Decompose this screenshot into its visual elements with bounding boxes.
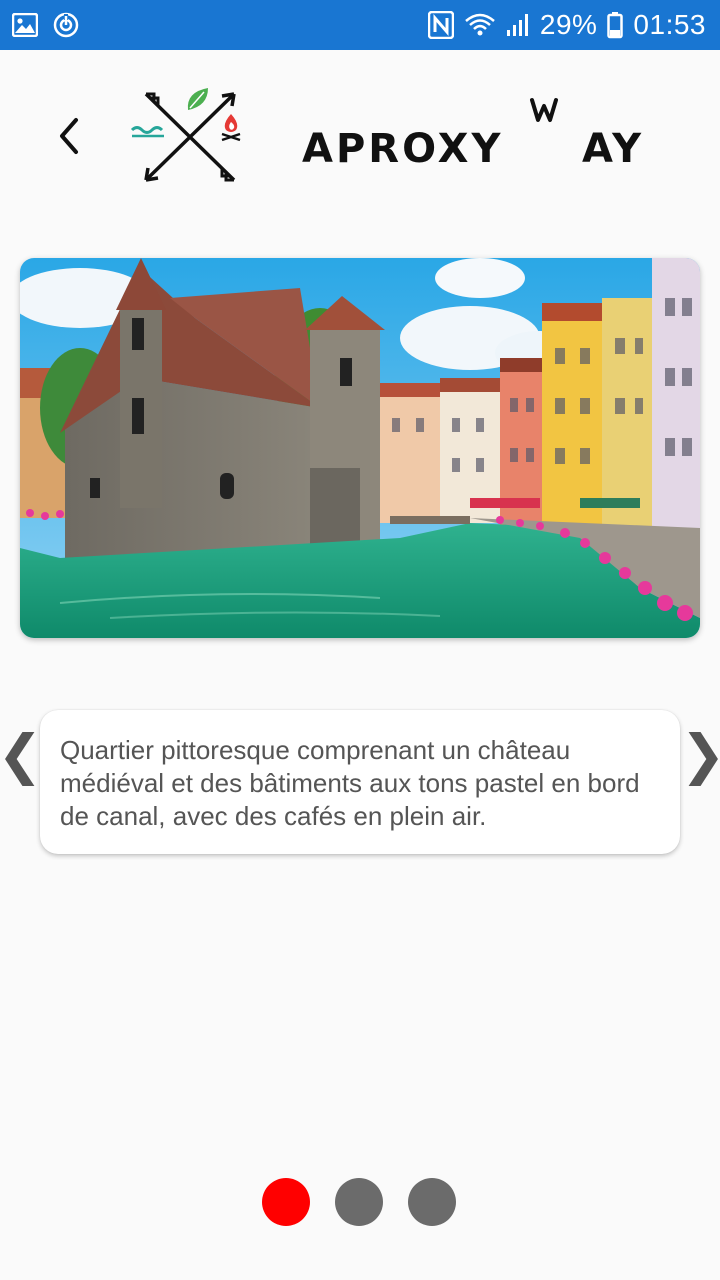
place-description: Quartier pittoresque comprenant un châte… (60, 735, 640, 831)
chevron-right-icon: ❯ (680, 723, 720, 786)
signal-icon (506, 12, 530, 38)
status-right: 29% 01:53 (427, 9, 706, 41)
chevron-left-icon: ❮ (0, 722, 43, 786)
page-dot-1[interactable] (262, 1178, 310, 1226)
previous-slide-button[interactable]: ❮ (0, 722, 43, 786)
page-indicator (262, 1178, 458, 1226)
next-slide-button[interactable]: ❯ (680, 722, 720, 786)
battery-icon (607, 11, 624, 39)
status-left (12, 11, 80, 39)
battery-percent: 29% (539, 9, 598, 40)
svg-text:AY: AY (582, 126, 644, 172)
wifi-icon (464, 12, 496, 38)
clock: 01:53 (633, 9, 706, 40)
caption-card: Quartier pittoresque comprenant un châte… (40, 710, 680, 854)
place-photo (20, 258, 700, 638)
nfc-icon (427, 11, 454, 39)
gallery-icon (12, 13, 38, 37)
logo-wordmark: APROXY AY (300, 90, 670, 180)
screen: 29% 01:53 APROXY AY ❮ Quartier pittoresq… (0, 0, 720, 1280)
chevron-left-icon (56, 116, 82, 161)
app-header: APROXY AY (0, 50, 720, 230)
logo-mark (128, 84, 252, 188)
page-dot-3[interactable] (408, 1178, 456, 1226)
page-dot-2[interactable] (335, 1178, 383, 1226)
back-button[interactable] (44, 110, 94, 166)
status-bar: 29% 01:53 (0, 0, 720, 50)
sync-icon (52, 11, 80, 39)
svg-text:APROXY: APROXY (302, 126, 503, 172)
